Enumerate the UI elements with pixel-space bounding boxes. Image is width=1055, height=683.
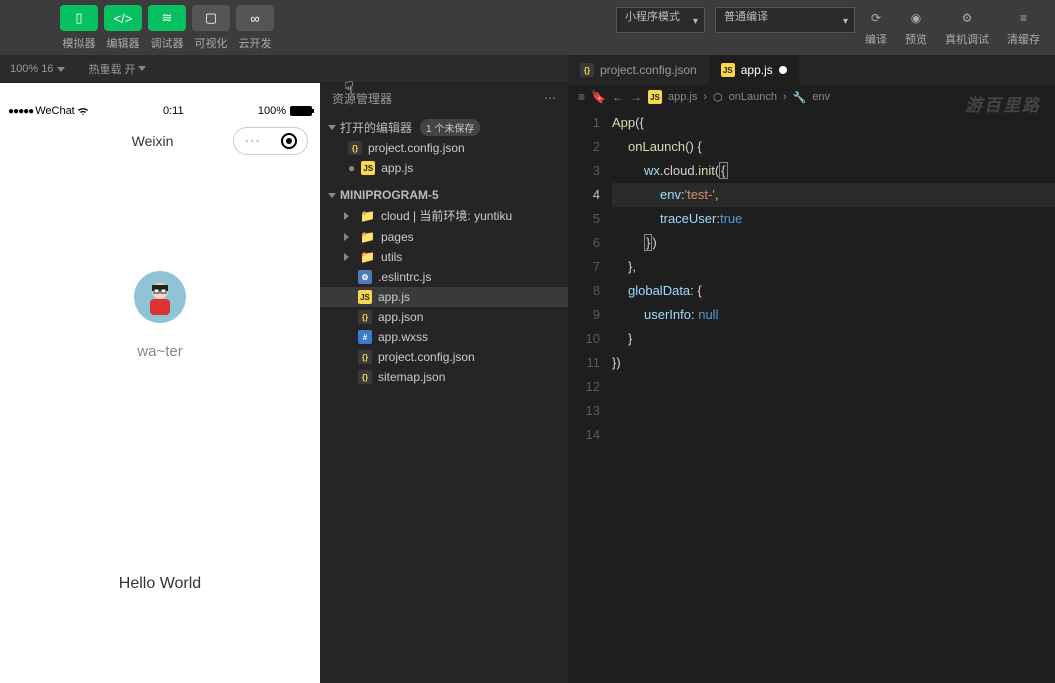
capsule-close-icon[interactable] xyxy=(281,133,297,149)
project-root-header[interactable]: MINIPROGRAM-5 xyxy=(320,186,568,204)
file-item-sitemap[interactable]: {}sitemap.json xyxy=(320,367,568,387)
debugger-label: 调试器 xyxy=(151,35,184,51)
wifi-icon xyxy=(77,105,89,117)
user-avatar[interactable] xyxy=(134,271,186,323)
open-editor-item[interactable]: {}project.config.json xyxy=(320,138,568,158)
signal-icon: ●●●●● xyxy=(8,106,33,117)
folder-item-utils[interactable]: 📁utils xyxy=(320,247,568,267)
hello-text: Hello World xyxy=(119,575,201,593)
list-icon[interactable]: ≡ xyxy=(578,90,585,104)
editor-label: 编辑器 xyxy=(107,35,140,51)
view-buttons: ▯ 模拟器 </> 编辑器 ≋ 调试器 ▢ 可视化 ∞ 云开发 xyxy=(0,5,274,51)
battery-icon xyxy=(290,106,312,116)
cloud-label: 云开发 xyxy=(239,35,272,51)
code-lines[interactable]: App({ onLaunch() { wx.cloud.init({ env:'… xyxy=(612,111,1055,447)
cursor-pointer-icon: ☟ xyxy=(344,78,354,98)
mini-program-navbar: Weixin ⋯ xyxy=(0,121,320,161)
debugger-toggle[interactable]: ≋ xyxy=(148,5,186,31)
simulator-pane: ●●●●● WeChat 0:11 100% Weixin ⋯ wa~ter H… xyxy=(0,83,320,683)
mode-select[interactable]: 小程序模式▾ xyxy=(616,7,705,33)
time-label: 0:11 xyxy=(89,105,258,117)
zoom-select[interactable]: 100% 16 xyxy=(10,63,65,75)
simulator-toggle[interactable]: ▯ xyxy=(60,5,98,31)
visual-label: 可视化 xyxy=(195,35,228,51)
open-editors-header[interactable]: 打开的编辑器1 个未保存 xyxy=(320,117,568,138)
line-gutter: 123 456 789 101112 1314 xyxy=(568,111,612,447)
folder-item-pages[interactable]: 📁pages xyxy=(320,227,568,247)
nickname-label: wa~ter xyxy=(137,343,182,360)
file-item-eslint[interactable]: ⚙.eslintrc.js xyxy=(320,267,568,287)
compile-button[interactable]: ⟳ xyxy=(866,9,886,27)
unsaved-badge: 1 个未保存 xyxy=(420,119,480,136)
code-area[interactable]: 123 456 789 101112 1314 App({ onLaunch()… xyxy=(568,109,1055,447)
app-body: wa~ter Hello World xyxy=(0,161,320,683)
open-editor-item[interactable]: ●JSapp.js xyxy=(320,158,568,178)
tab-project-config[interactable]: {}project.config.json xyxy=(568,55,709,85)
capsule-button[interactable]: ⋯ xyxy=(233,127,308,155)
action-icons: ⟳编译 ◉预览 ⚙真机调试 ≡清缓存 xyxy=(865,9,1055,47)
carrier-label: WeChat xyxy=(35,105,75,117)
bookmark-icon[interactable]: 🔖 xyxy=(591,90,606,104)
visual-toggle[interactable]: ▢ xyxy=(192,5,230,31)
main-content: ●●●●● WeChat 0:11 100% Weixin ⋯ wa~ter H… xyxy=(0,83,1055,683)
bc-file[interactable]: app.js xyxy=(668,91,697,103)
file-item-appjs[interactable]: JSapp.js xyxy=(320,287,568,307)
file-item-appwxss[interactable]: #app.wxss xyxy=(320,327,568,347)
clear-cache-button[interactable]: ≡ xyxy=(1014,9,1034,27)
back-icon[interactable]: ← xyxy=(612,90,624,104)
code-editor-pane: {}project.config.json JSapp.js ≡ 🔖 ← → J… xyxy=(568,83,1055,683)
bc-function[interactable]: onLaunch xyxy=(729,91,777,103)
preview-button[interactable]: ◉ xyxy=(906,9,926,27)
nav-title: Weixin xyxy=(72,133,233,149)
watermark-text: 游百里路 xyxy=(965,91,1041,116)
remote-debug-button[interactable]: ⚙ xyxy=(957,9,977,27)
hot-reload-toggle[interactable]: 热重载 开 xyxy=(89,61,146,77)
simulator-label: 模拟器 xyxy=(63,35,96,51)
battery-pct: 100% xyxy=(258,105,286,117)
tab-appjs[interactable]: JSapp.js xyxy=(709,55,799,85)
folder-item-cloud[interactable]: 📁cloud | 当前环境: yuntiku xyxy=(320,204,568,227)
top-toolbar: ▯模拟器 </>编辑器 ≋调试器 ▢可视化 ∞云开发 小程序模式▾ 普通编译▾ … xyxy=(0,0,1055,55)
phone-statusbar: ●●●●● WeChat 0:11 100% xyxy=(0,101,320,121)
bc-leaf[interactable]: env xyxy=(812,91,830,103)
explorer-title: 资源管理器 xyxy=(332,90,392,107)
file-item-project-config[interactable]: {}project.config.json xyxy=(320,347,568,367)
compile-select[interactable]: 普通编译▾ xyxy=(715,7,855,33)
forward-icon[interactable]: → xyxy=(630,90,642,104)
cloud-toggle[interactable]: ∞ xyxy=(236,5,274,31)
explorer-pane: 资源管理器 ⋯ 打开的编辑器1 个未保存 {}project.config.js… xyxy=(320,83,568,683)
editor-toggle[interactable]: </> xyxy=(104,5,142,31)
capsule-menu-icon[interactable]: ⋯ xyxy=(244,131,260,151)
modified-dot-icon xyxy=(779,66,787,74)
editor-tabs: {}project.config.json JSapp.js xyxy=(568,55,1055,85)
file-item-appjson[interactable]: {}app.json xyxy=(320,307,568,327)
explorer-more-icon[interactable]: ⋯ xyxy=(544,91,556,105)
